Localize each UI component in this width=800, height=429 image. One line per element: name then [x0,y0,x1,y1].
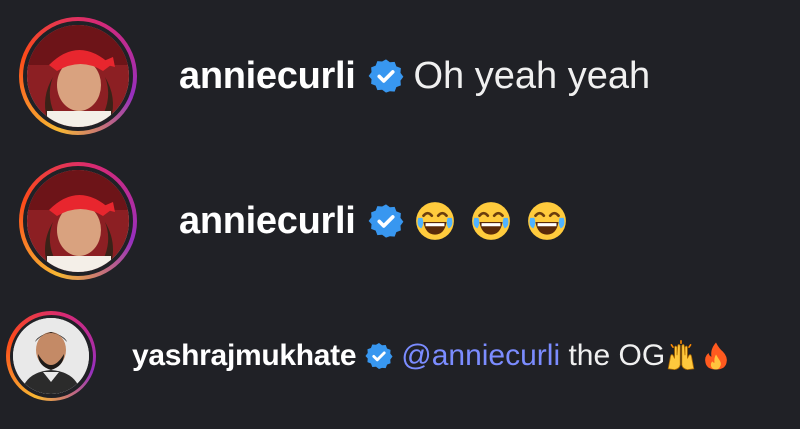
fire-icon [701,340,731,372]
story-ring[interactable] [6,311,96,401]
verified-badge-icon [368,203,404,239]
comment-username[interactable]: yashrajmukhate [132,339,357,373]
avatar[interactable] [27,170,129,272]
comment-text: the OG [560,339,666,372]
comment-item: anniecurli Oh yeah yeah [0,17,650,135]
face-with-tears-of-joy-icon [414,200,456,242]
comment-username[interactable]: anniecurli [179,55,356,98]
comment-item: yashrajmukhate @anniecurli the OG [0,311,735,401]
story-ring[interactable] [19,162,137,280]
face-with-tears-of-joy-icon [470,200,512,242]
raising-hands-icon [665,340,697,372]
verified-badge-icon [365,342,393,370]
avatar[interactable] [13,318,89,394]
verified-badge-icon [368,58,404,94]
comment-username[interactable]: anniecurli [179,200,356,243]
avatar[interactable] [27,25,129,127]
comment-text: Oh yeah yeah [413,54,651,97]
story-ring[interactable] [19,17,137,135]
mention-link[interactable]: @anniecurli [401,339,560,373]
comment-item: anniecurli [0,162,582,280]
face-with-tears-of-joy-icon [526,200,568,242]
